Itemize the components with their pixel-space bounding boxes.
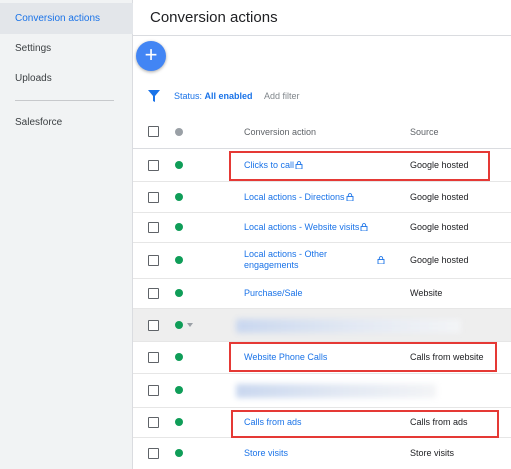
- status-enabled-dot: [175, 256, 183, 264]
- row-checkbox[interactable]: [148, 192, 159, 203]
- table-row: [133, 309, 511, 342]
- source-value: Website: [410, 288, 443, 298]
- sidebar-item-salesforce[interactable]: Salesforce: [0, 107, 133, 138]
- header-divider: [133, 35, 511, 36]
- row-checkbox[interactable]: [148, 448, 159, 459]
- main-content: Conversion actions + Status: All enabled…: [133, 0, 511, 469]
- row-checkbox[interactable]: [148, 417, 159, 428]
- status-enabled-dot: [175, 418, 183, 426]
- row-checkbox[interactable]: [148, 222, 159, 233]
- column-header-source[interactable]: Source: [410, 127, 439, 137]
- conversion-action-name: Clicks to call: [244, 160, 295, 170]
- table-row: Local actions - Directions Google hosted: [133, 182, 511, 213]
- sidebar-divider: [15, 100, 114, 101]
- status-enabled-dot: [175, 289, 183, 297]
- app-root: Conversion actions Settings Uploads Sale…: [0, 0, 511, 469]
- plus-icon: +: [144, 42, 158, 67]
- sidebar-item-conversion-actions[interactable]: Conversion actions: [0, 3, 133, 34]
- redacted-content: [236, 384, 436, 398]
- row-checkbox[interactable]: [148, 288, 159, 299]
- chevron-down-icon[interactable]: [187, 323, 193, 327]
- status-enabled-dot: [175, 449, 183, 457]
- conversion-action-link[interactable]: Local actions - Other engagements: [244, 249, 327, 271]
- conversion-action-link[interactable]: Local actions - Directions: [244, 192, 354, 203]
- conversion-action-link[interactable]: Website Phone Calls: [244, 352, 327, 363]
- row-checkbox[interactable]: [148, 320, 159, 331]
- status-filter-value: All enabled: [204, 91, 253, 101]
- table-row: Local actions - Other engagements Google…: [133, 243, 511, 279]
- conversion-action-link[interactable]: Clicks to call: [244, 160, 303, 171]
- row-checkbox[interactable]: [148, 352, 159, 363]
- lock-icon: [377, 256, 385, 264]
- row-checkbox[interactable]: [148, 160, 159, 171]
- status-enabled-dot: [175, 193, 183, 201]
- row-checkbox[interactable]: [148, 255, 159, 266]
- add-filter-button[interactable]: Add filter: [264, 91, 300, 101]
- page-title: Conversion actions: [150, 9, 278, 26]
- table-row: Calls from ads Calls from ads: [133, 408, 511, 438]
- sidebar: Conversion actions Settings Uploads Sale…: [0, 0, 133, 469]
- source-value: Calls from website: [410, 352, 484, 362]
- conversion-action-name-line2: engagements: [244, 260, 299, 270]
- lock-icon: [295, 161, 303, 169]
- status-filter-label: Status:: [174, 91, 203, 101]
- table-row: [133, 374, 511, 408]
- source-value: Google hosted: [410, 160, 469, 170]
- conversion-action-name-line1: Local actions - Other: [244, 249, 328, 259]
- status-column-icon: [175, 128, 183, 136]
- table-row: Purchase/Sale Website: [133, 279, 511, 309]
- status-filter-chip[interactable]: Status: All enabled: [174, 91, 253, 101]
- source-value: Google hosted: [410, 192, 469, 202]
- source-value: Google hosted: [410, 255, 469, 265]
- conversion-action-link[interactable]: Local actions - Website visits: [244, 222, 368, 233]
- table-row: Local actions - Website visits Google ho…: [133, 213, 511, 243]
- table-row: Store visits Store visits: [133, 438, 511, 469]
- column-header-conversion-action[interactable]: Conversion action: [244, 127, 316, 137]
- conversion-action-link[interactable]: Purchase/Sale: [244, 288, 303, 299]
- table-row: Clicks to call Google hosted: [133, 149, 511, 182]
- redacted-content: [236, 319, 461, 333]
- lock-icon: [346, 193, 353, 201]
- source-value: Store visits: [410, 448, 455, 458]
- conversion-action-name: Local actions - Website visits: [244, 222, 360, 232]
- sidebar-item-settings[interactable]: Settings: [0, 33, 133, 64]
- status-enabled-dot: [175, 161, 183, 169]
- conversion-action-link[interactable]: Calls from ads: [244, 417, 302, 428]
- filter-icon[interactable]: [148, 90, 160, 102]
- status-enabled-dot: [175, 353, 183, 361]
- sidebar-item-uploads[interactable]: Uploads: [0, 63, 133, 94]
- select-all-checkbox[interactable]: [148, 126, 159, 137]
- row-checkbox[interactable]: [148, 385, 159, 396]
- add-conversion-button[interactable]: +: [136, 41, 166, 71]
- status-enabled-dot: [175, 321, 183, 329]
- source-value: Google hosted: [410, 222, 469, 232]
- lock-icon: [360, 223, 368, 231]
- status-enabled-dot: [175, 386, 183, 394]
- source-value: Calls from ads: [410, 417, 468, 427]
- conversion-action-link[interactable]: Store visits: [244, 448, 288, 459]
- table-row: Website Phone Calls Calls from website: [133, 342, 511, 374]
- status-enabled-dot: [175, 223, 183, 231]
- conversion-action-name: Local actions - Directions: [244, 192, 345, 202]
